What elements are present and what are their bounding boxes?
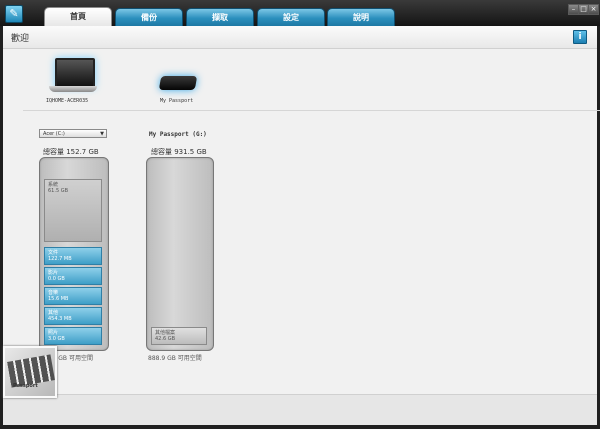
app-window: ✎ 首頁 備份 擷取 設定 說明 – □ × 歡迎 i IQHOME-ACER0… — [0, 0, 600, 429]
external-drive-icon[interactable] — [158, 72, 200, 94]
segment-videos-size: 0.0 GB — [48, 276, 65, 282]
app-logo-icon: ✎ — [5, 5, 23, 23]
local-capacity: 總容量 152.7 GB — [43, 148, 99, 156]
segment-system-size: 61.5 GB — [48, 188, 69, 194]
passport-capacity: 總容量 931.5 GB — [151, 148, 207, 156]
device-label-passport: My Passport — [160, 98, 194, 104]
laptop-screen — [55, 58, 95, 88]
segment-photos-size: 3.0 GB — [48, 336, 65, 342]
segment-system[interactable]: 系統 61.5 GB — [44, 179, 102, 242]
passport-drive-bar: 其他檔案 42.6 GB — [146, 157, 214, 351]
laptop-base — [49, 86, 97, 92]
tab-retrieve[interactable]: 擷取 — [186, 8, 254, 26]
device-label-computer: IQHOME-ACER035 — [46, 98, 89, 104]
segment-other-size: 454.3 MB — [48, 316, 72, 322]
drive-selector-value: Acer (C:) — [43, 131, 65, 137]
segment-other-files-size: 42.6 GB — [155, 336, 176, 342]
main-content: 歡迎 i IQHOME-ACER035 My Passport Acer (C:… — [3, 26, 600, 425]
top-bar: ✎ 首頁 備份 擷取 設定 說明 – □ × — [0, 0, 600, 27]
chevron-down-icon: ▼ — [100, 131, 104, 137]
tab-settings[interactable]: 設定 — [257, 8, 325, 26]
local-drive-bar: 系統 61.5 GB 文件 122.7 MB 影片 0.0 GB 音樂 15.6… — [39, 157, 109, 351]
info-icon[interactable]: i — [573, 30, 587, 44]
footer-bar — [3, 394, 597, 425]
segment-photos[interactable]: 照片 3.0 GB — [44, 327, 102, 345]
divider — [23, 110, 600, 111]
device-thumbnail[interactable]: Passport — [3, 346, 57, 398]
page-header: 歡迎 i — [3, 26, 597, 49]
tab-help[interactable]: 說明 — [327, 8, 395, 26]
laptop-icon[interactable] — [49, 58, 97, 98]
passport-drive-title: My Passport (G:) — [149, 131, 207, 138]
drive-selector[interactable]: Acer (C:) ▼ — [39, 129, 107, 138]
segment-videos[interactable]: 影片 0.0 GB — [44, 267, 102, 285]
segment-other[interactable]: 其他 454.3 MB — [44, 307, 102, 325]
segment-music-size: 15.6 MB — [48, 296, 69, 302]
thumbnail-brand: Passport — [13, 383, 38, 389]
drive-body — [158, 76, 198, 90]
tab-home[interactable]: 首頁 — [44, 7, 112, 27]
segment-documents-size: 122.7 MB — [48, 256, 72, 262]
passport-free-space: 888.9 GB 可用空間 — [148, 355, 202, 362]
close-button[interactable]: × — [588, 4, 599, 15]
segment-other-files[interactable]: 其他檔案 42.6 GB — [151, 327, 207, 345]
segment-music[interactable]: 音樂 15.6 MB — [44, 287, 102, 305]
tab-backup[interactable]: 備份 — [115, 8, 183, 26]
page-title: 歡迎 — [11, 34, 30, 44]
segment-documents[interactable]: 文件 122.7 MB — [44, 247, 102, 265]
